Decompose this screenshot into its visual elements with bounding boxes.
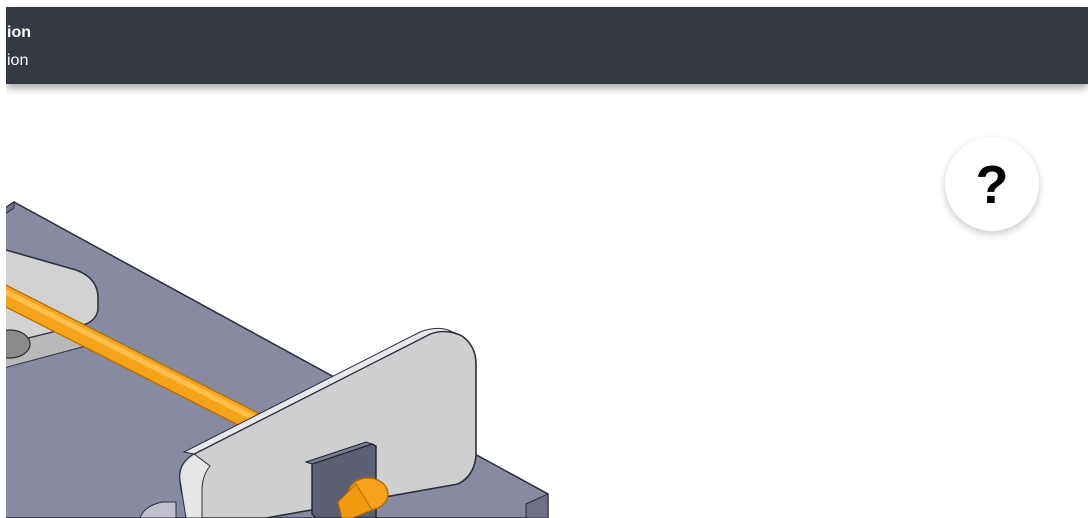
help-button[interactable]: ?: [945, 137, 1039, 231]
header-title: ion: [7, 24, 31, 41]
header-subtitle: ion: [7, 52, 29, 69]
3d-viewport[interactable]: [6, 84, 1088, 518]
cad-model[interactable]: [6, 84, 1088, 518]
question-mark-icon: ?: [975, 155, 1009, 215]
window-edge: [0, 0, 6, 518]
app-header: ion ion: [6, 7, 1088, 84]
